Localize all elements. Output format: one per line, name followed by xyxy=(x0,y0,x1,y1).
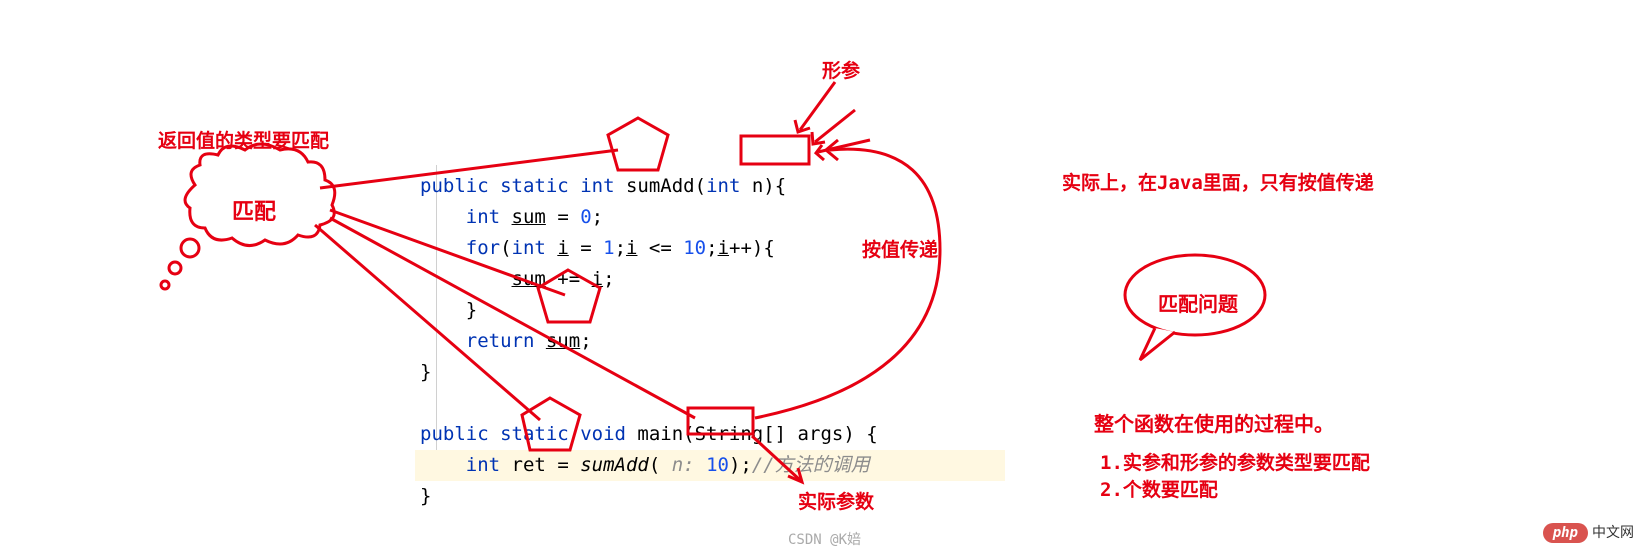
code-line-7: } xyxy=(420,361,431,383)
code-line-3: for(int i = 1;i <= 10;i++){ xyxy=(420,237,775,259)
rule-1: 1.实参和形参的参数类型要匹配 xyxy=(1100,448,1370,475)
process-note: 整个函数在使用的过程中。 xyxy=(1094,408,1334,437)
code-line-10: int ret = sumAdd( n: 10);//方法的调用 xyxy=(415,450,1005,481)
rule-2: 2.个数要匹配 xyxy=(1100,475,1218,502)
code-line-5: } xyxy=(420,299,477,321)
formal-param-label: 形参 xyxy=(822,56,860,83)
pass-by-value-label: 按值传递 xyxy=(862,235,938,262)
return-type-label: 返回值的类型要匹配 xyxy=(158,126,329,153)
php-badge: php中文网 xyxy=(1543,522,1634,542)
code-block: public static int sumAdd(int n){ int sum… xyxy=(420,140,1005,512)
code-line-2: int sum = 0; xyxy=(420,206,603,228)
code-line-9: public static void main(String[] args) { xyxy=(420,423,878,445)
code-line-1: public static int sumAdd(int n){ xyxy=(420,175,786,197)
java-note: 实际上，在Java里面，只有按值传递 xyxy=(1062,168,1374,195)
code-line-4: sum += i; xyxy=(420,268,615,290)
arrow-formal-param xyxy=(795,82,835,132)
code-line-11: } xyxy=(420,485,431,507)
match-bubble-text: 匹配 xyxy=(232,194,276,226)
watermark: CSDN @K婄 xyxy=(788,529,861,549)
match-problem-text: 匹配问题 xyxy=(1158,288,1238,317)
actual-param-label: 实际参数 xyxy=(798,487,874,514)
code-line-6: return sum; xyxy=(420,330,592,352)
